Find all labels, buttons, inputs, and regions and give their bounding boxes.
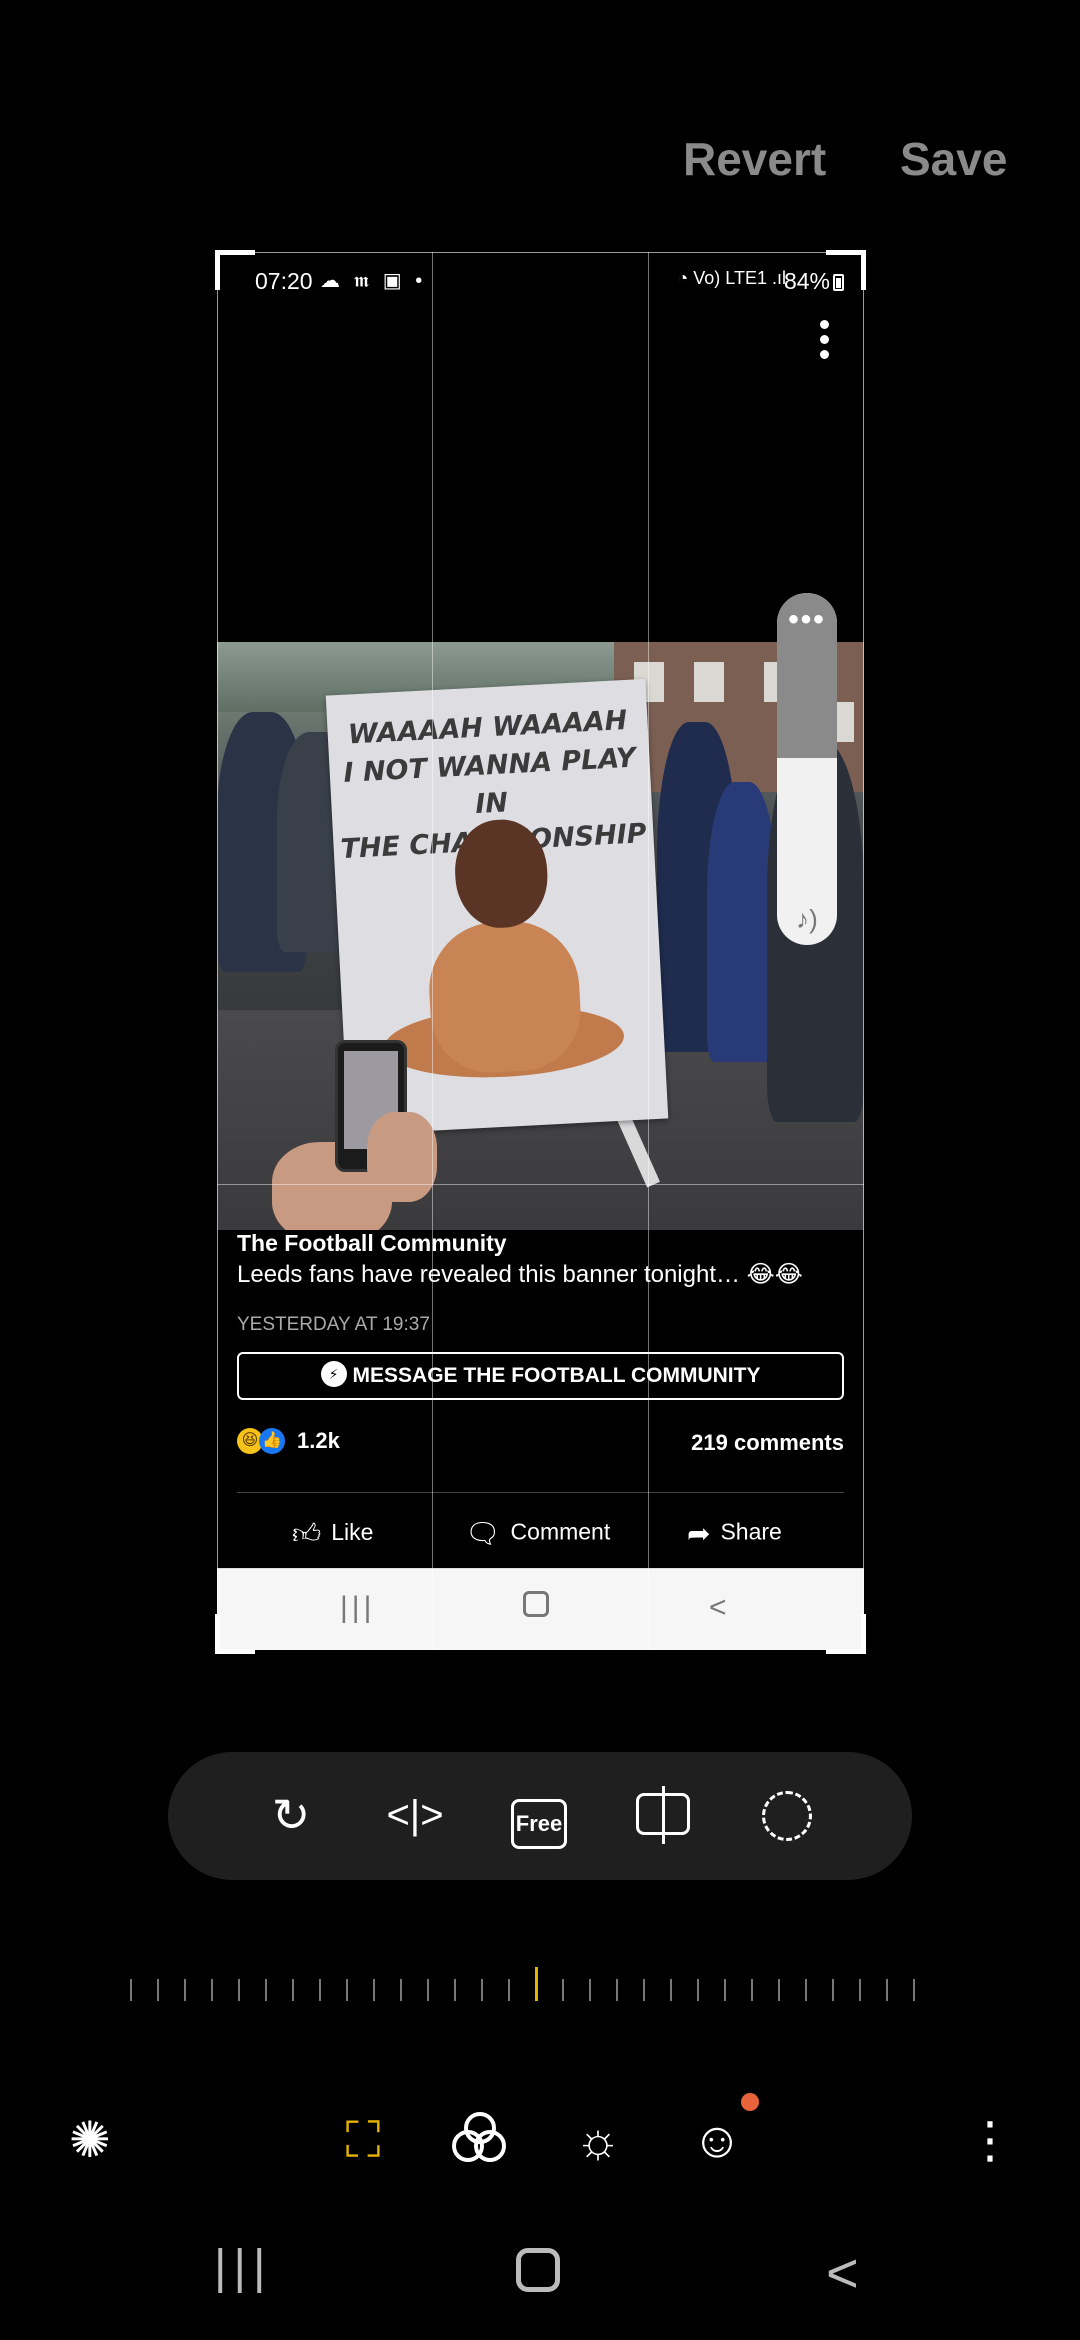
home-icon: [523, 1591, 549, 1617]
message-page-button: ⚡ MESSAGE THE FOOTBALL COMMUNITY: [237, 1352, 844, 1400]
status-time: 07:20: [255, 268, 313, 294]
back-icon: <: [709, 1591, 727, 1624]
ruler-center-tick: [535, 1967, 538, 2001]
like-reaction-icon: 👍: [259, 1428, 285, 1455]
ruler-tick: [670, 1979, 672, 2001]
music-note-icon: ♪): [796, 904, 818, 934]
more-options-icon: [818, 320, 830, 360]
rotate-icon[interactable]: ↻: [260, 1784, 322, 1846]
like-action: 👍︎ Like: [292, 1517, 373, 1551]
ruler-tick: [427, 1979, 429, 2001]
thumbs-up-icon: 👍︎: [292, 1518, 322, 1549]
rotation-ruler[interactable]: [130, 1967, 930, 2005]
post-photo: WAAAAH WAAAAH I NOT WANNA PLAY IN THE CH…: [217, 642, 864, 1230]
ruler-tick: [265, 1979, 267, 2001]
ruler-tick: [211, 1979, 213, 2001]
screenshot-navbar: ||| <: [217, 1568, 864, 1650]
status-left-icons: ☁ 𝖒 ▣ •: [320, 270, 427, 292]
ruler-tick: [373, 1979, 375, 2001]
ruler-tick: [616, 1979, 618, 2001]
reactions: 😆 👍 1.2k: [237, 1427, 340, 1455]
save-button[interactable]: Save: [900, 132, 1007, 186]
status-bar: 07:20 ☁ 𝖒 ▣ • ◔ Vo) LTE1 .ıl 84%: [217, 266, 864, 300]
lasso-icon[interactable]: [756, 1784, 818, 1846]
battery-percent: 84%: [783, 268, 830, 294]
signal-icons: ◔ Vo) LTE1 .ıl: [677, 268, 786, 288]
ruler-tick: [805, 1979, 807, 2001]
home-button[interactable]: [516, 2248, 560, 2292]
ruler-tick: [508, 1979, 510, 2001]
ruler-tick: [832, 1979, 834, 2001]
ruler-tick: [724, 1979, 726, 2001]
more-icon[interactable]: ⋮: [960, 2110, 1020, 2170]
crop-handle-bottom-right[interactable]: [826, 1614, 866, 1654]
tone-icon[interactable]: ☼: [568, 2110, 628, 2170]
post-timestamp: YESTERDAY AT 19:37: [237, 1314, 430, 1335]
flip-horizontal-icon[interactable]: <|>: [384, 1784, 446, 1846]
crop-handle-bottom-left[interactable]: [215, 1614, 255, 1654]
crop-grid-line: [217, 1184, 864, 1185]
transform-toolbar: ↻ <|> Free: [168, 1752, 912, 1880]
ruler-tick: [346, 1979, 348, 2001]
ruler-tick: [859, 1979, 861, 2001]
revert-button[interactable]: Revert: [683, 132, 826, 186]
ruler-tick: [778, 1979, 780, 2001]
comments-count: 219 comments: [691, 1430, 844, 1455]
perspective-icon[interactable]: [632, 1784, 694, 1846]
ruler-tick: [400, 1979, 402, 2001]
ruler-tick: [562, 1979, 564, 2001]
page-name: The Football Community: [237, 1230, 507, 1256]
transform-icon[interactable]: ⛶: [333, 2110, 393, 2170]
share-action: ➦ Share: [687, 1517, 782, 1550]
ruler-tick: [481, 1979, 483, 2001]
free-aspect-button[interactable]: Free: [508, 1784, 570, 1849]
recents-icon: |||: [340, 1591, 376, 1624]
ruler-tick: [157, 1979, 159, 2001]
ruler-tick: [454, 1979, 456, 2001]
crop-handle-top-right[interactable]: [826, 250, 866, 290]
ruler-tick: [697, 1979, 699, 2001]
crop-canvas[interactable]: 07:20 ☁ 𝖒 ▣ • ◔ Vo) LTE1 .ıl 84% WAAAAH …: [217, 252, 864, 1650]
share-icon: ➦: [687, 1518, 711, 1549]
ruler-tick: [184, 1979, 186, 2001]
like-label: Like: [331, 1519, 374, 1546]
back-button[interactable]: <: [826, 2240, 859, 2305]
recents-button[interactable]: |||: [214, 2240, 272, 2295]
message-button-label: MESSAGE THE FOOTBALL COMMUNITY: [352, 1364, 761, 1387]
ruler-tick: [319, 1979, 321, 2001]
ruler-tick: [292, 1979, 294, 2001]
ruler-tick: [130, 1979, 132, 2001]
divider: [237, 1492, 844, 1493]
ruler-tick: [886, 1979, 888, 2001]
messenger-icon: ⚡: [320, 1361, 347, 1388]
ruler-tick: [643, 1979, 645, 2001]
post-caption: Leeds fans have revealed this banner ton…: [237, 1261, 803, 1288]
decoration-icon[interactable]: ☺: [687, 2110, 747, 2170]
comment-label: Comment: [510, 1518, 611, 1545]
share-label: Share: [720, 1518, 782, 1545]
ruler-tick: [238, 1979, 240, 2001]
auto-enhance-icon[interactable]: ✺: [60, 2110, 120, 2170]
volume-more-icon[interactable]: •••: [777, 605, 837, 635]
free-label: Free: [511, 1799, 567, 1849]
new-badge: [741, 2093, 759, 2111]
volume-slider[interactable]: ••• ♪): [777, 593, 837, 945]
crop-handle-top-left[interactable]: [215, 250, 255, 290]
filter-icon[interactable]: [450, 2110, 510, 2170]
comment-icon: 🗨︎: [465, 1518, 501, 1549]
ruler-tick: [589, 1979, 591, 2001]
crop-grid-line: [432, 252, 433, 1650]
ruler-tick: [913, 1979, 915, 2001]
comment-action: 🗨︎ Comment: [465, 1517, 610, 1550]
crop-grid-line: [648, 252, 649, 1650]
reaction-count: 1.2k: [297, 1428, 340, 1454]
ruler-tick: [751, 1979, 753, 2001]
